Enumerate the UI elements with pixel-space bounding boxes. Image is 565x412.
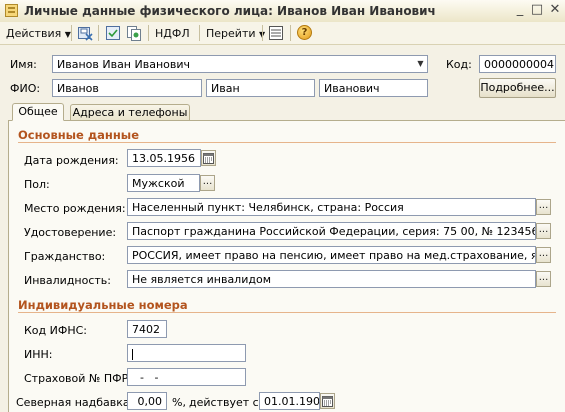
calendar-icon xyxy=(322,396,333,407)
save-close-icon[interactable] xyxy=(77,25,93,41)
actions-menu[interactable]: Действия ▼ xyxy=(6,27,71,40)
toolbar-separator xyxy=(148,25,149,41)
dropdown-arrow-icon: ▼ xyxy=(64,30,71,39)
disability-field[interactable]: Не является инвалидом xyxy=(127,270,536,288)
valid-from-label: действует с: xyxy=(189,396,263,409)
save-icon[interactable] xyxy=(105,25,121,41)
section-title-numbers: Индивидуальные номера xyxy=(18,298,188,312)
citizenship-field[interactable]: РОССИЯ, имеет право на пенсию, имеет пра… xyxy=(127,246,536,264)
more-details-button[interactable]: Подробнее... xyxy=(479,78,556,98)
birthdate-label: Дата рождения: xyxy=(24,154,119,167)
disability-label: Инвалидность: xyxy=(24,274,111,287)
toolbar-separator xyxy=(71,25,72,41)
ndfl-button[interactable]: НДФЛ xyxy=(155,27,190,40)
ifns-code-field[interactable]: 7402 xyxy=(127,320,167,338)
name-field[interactable]: Иванов Иван Иванович xyxy=(52,55,428,73)
birthplace-select-button[interactable]: ... xyxy=(536,199,551,215)
section-divider xyxy=(18,142,556,143)
section-divider xyxy=(18,312,556,313)
gender-field[interactable]: Мужской xyxy=(127,174,200,192)
app-icon xyxy=(5,4,18,17)
birthplace-label: Место рождения: xyxy=(24,202,126,215)
fio-last-name-field[interactable]: Иванов xyxy=(52,79,202,97)
minimize-button[interactable]: _ xyxy=(511,2,529,18)
close-button[interactable]: ✕ xyxy=(546,2,564,18)
pfr-number-field[interactable]: - - xyxy=(127,368,246,386)
calendar-icon xyxy=(203,153,214,164)
dropdown-arrow-icon[interactable]: ▼ xyxy=(414,57,427,71)
gender-select-button[interactable]: ... xyxy=(200,175,215,191)
inn-field[interactable] xyxy=(127,344,246,362)
name-value: Иванов Иван Иванович xyxy=(57,58,190,71)
section-title-basic: Основные данные xyxy=(18,128,140,142)
goto-menu[interactable]: Перейти ▼ xyxy=(206,27,265,40)
percent-label: %, xyxy=(172,396,186,409)
name-label: Имя: xyxy=(10,58,37,71)
id-document-field[interactable]: Паспорт гражданина Российской Федерации,… xyxy=(127,222,536,240)
fio-first-name-field[interactable]: Иван xyxy=(206,79,315,97)
window-title: Личные данные физического лица: Иванов И… xyxy=(24,4,436,18)
id-document-label: Удостоверение: xyxy=(24,226,117,239)
ifns-code-label: Код ИФНС: xyxy=(24,324,87,337)
tab-general[interactable]: Общее xyxy=(12,103,64,121)
citizenship-label: Гражданство: xyxy=(24,250,106,263)
birthplace-field[interactable]: Населенный пункт: Челябинск, страна: Рос… xyxy=(127,198,536,216)
id-document-select-button[interactable]: ... xyxy=(536,223,551,239)
list-settings-icon[interactable] xyxy=(268,25,284,41)
birthdate-field[interactable]: 13.05.1956 xyxy=(127,149,201,167)
valid-from-calendar-button[interactable] xyxy=(320,393,335,409)
fio-middle-name-field[interactable]: Иванович xyxy=(319,79,428,97)
gender-label: Пол: xyxy=(24,178,50,191)
actions-label: Действия xyxy=(6,27,62,40)
valid-from-field[interactable]: 01.01.1900 xyxy=(259,392,320,410)
maximize-button[interactable]: □ xyxy=(528,2,546,18)
toolbar-separator xyxy=(262,25,263,41)
title-bar[interactable]: Личные данные физического лица: Иванов И… xyxy=(0,0,565,23)
calendar-button[interactable] xyxy=(201,150,216,166)
citizenship-select-button[interactable]: ... xyxy=(536,247,551,263)
text-cursor xyxy=(132,348,133,360)
north-allowance-field[interactable]: 0,00 xyxy=(127,392,167,410)
help-icon[interactable]: ? xyxy=(297,25,312,40)
code-label: Код: xyxy=(446,58,472,71)
toolbar: Действия ▼ НДФЛ Перейти ▼ ? xyxy=(0,22,565,45)
toolbar-separator xyxy=(98,25,99,41)
fio-label: ФИО: xyxy=(10,82,41,95)
copy-document-icon[interactable] xyxy=(126,25,142,41)
toolbar-separator xyxy=(199,25,200,41)
goto-label: Перейти xyxy=(206,27,256,40)
north-allowance-label: Северная надбавка: xyxy=(16,396,134,409)
pfr-number-label: Страховой № ПФР: xyxy=(24,372,132,385)
disability-select-button[interactable]: ... xyxy=(536,271,551,287)
code-field[interactable]: 0000000004 xyxy=(479,55,556,73)
inn-label: ИНН: xyxy=(24,348,53,361)
toolbar-separator xyxy=(290,25,291,41)
